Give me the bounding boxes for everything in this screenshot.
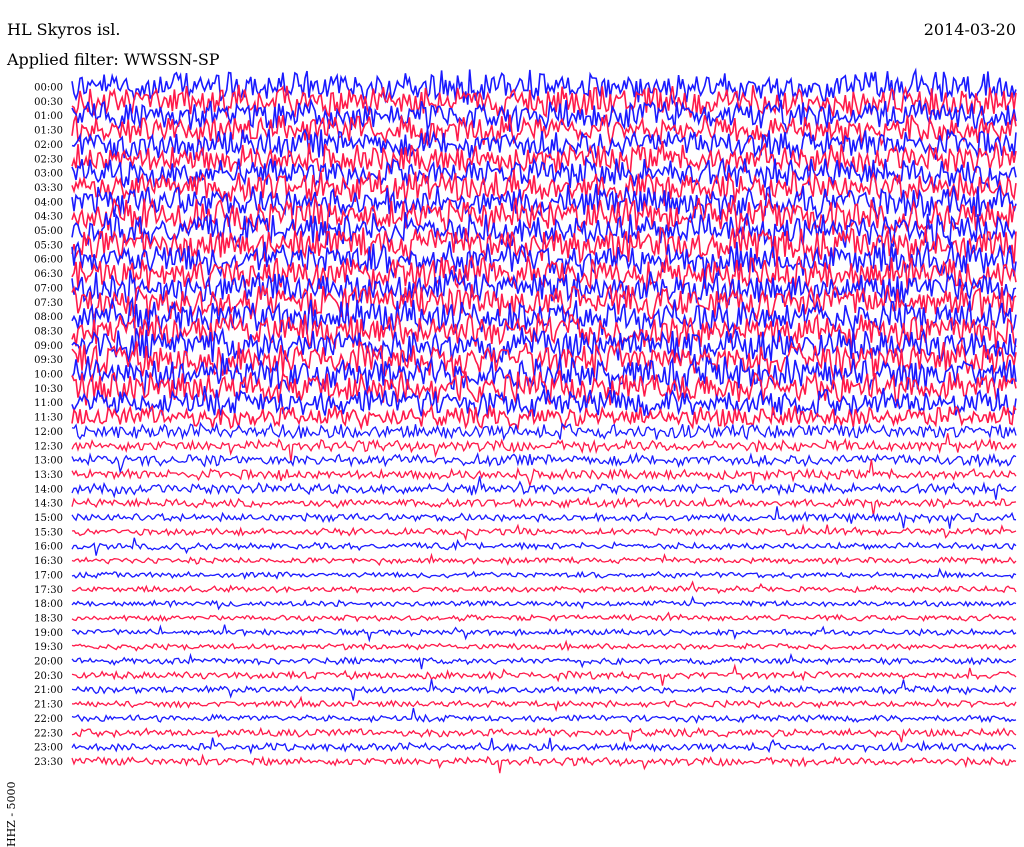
trace-row-1430 [71, 496, 1017, 516]
time-tick-label: 15:30 [34, 527, 63, 538]
trace-row-1600 [71, 537, 1017, 556]
time-tick-label: 20:30 [34, 671, 63, 682]
time-tick-label: 13:30 [34, 470, 63, 481]
time-tick-label: 22:30 [34, 728, 63, 739]
time-tick-label: 08:30 [34, 326, 63, 337]
time-tick-label: 17:30 [34, 585, 63, 596]
trace-row-1330 [71, 459, 1017, 488]
time-tick-label: 11:30 [34, 413, 63, 424]
trace-row-1900 [71, 624, 1017, 643]
time-tick-label: 20:00 [34, 657, 63, 668]
trace-row-1530 [71, 523, 1017, 542]
helicorder-plot: 00:00 00:30 01:00 01:30 02:00 02:30 03:00 03:30… [34, 67, 1017, 774]
time-tick-label: 02:30 [34, 154, 63, 165]
time-tick-label: 15:00 [34, 513, 63, 524]
time-tick-label: 09:00 [34, 341, 63, 352]
time-tick-label: 10:00 [34, 370, 63, 381]
trace-row-2100 [71, 679, 1017, 701]
trace-row-1400 [71, 476, 1017, 500]
time-tick-label: 12:00 [34, 427, 63, 438]
time-tick-label: 18:30 [34, 613, 63, 624]
time-tick-label: 17:00 [34, 570, 63, 581]
time-tick-label: 05:00 [34, 226, 63, 237]
time-tick-label: 01:30 [34, 126, 63, 137]
trace-row-2300 [71, 737, 1017, 755]
time-tick-label: 21:30 [34, 700, 63, 711]
trace-row-1730 [71, 580, 1017, 595]
time-tick-label: 08:00 [34, 312, 63, 323]
time-tick-label: 06:00 [34, 255, 63, 266]
trace-row-1930 [71, 639, 1017, 652]
time-tick-label: 03:00 [34, 169, 63, 180]
trace-row-0030 [71, 84, 1017, 119]
time-tick-label: 04:00 [34, 197, 63, 208]
time-tick-label: 16:30 [34, 556, 63, 567]
time-tick-label: 16:00 [34, 542, 63, 553]
trace-row-2200 [71, 707, 1017, 725]
time-tick-label: 19:30 [34, 642, 63, 653]
trace-row-1300 [71, 451, 1017, 475]
trace-row-1800 [71, 595, 1017, 611]
time-tick-label: 07:30 [34, 298, 63, 309]
time-tick-label: 03:30 [34, 183, 63, 194]
trace-row-1630 [71, 552, 1017, 567]
time-tick-label: 13:00 [34, 456, 63, 467]
trace-row-2000 [71, 652, 1016, 670]
trace-row-1230 [71, 433, 1017, 462]
time-tick-label: 09:30 [34, 355, 63, 366]
trace-row-0200 [71, 128, 1017, 161]
trace-row-2130 [71, 695, 1017, 713]
time-tick-label: 06:30 [34, 269, 63, 280]
time-tick-label: 14:00 [34, 484, 63, 495]
time-tick-label: 10:30 [34, 384, 63, 395]
time-tick-label: 21:00 [34, 685, 63, 696]
time-tick-label: 22:00 [34, 714, 63, 725]
time-tick-label: 12:30 [34, 441, 63, 452]
time-tick-label: 19:00 [34, 628, 63, 639]
time-tick-label: 00:30 [34, 97, 63, 108]
time-tick-label: 04:30 [34, 212, 63, 223]
trace-row-2030 [71, 663, 1017, 686]
time-tick-label: 07:00 [34, 283, 63, 294]
time-tick-label: 01:00 [34, 111, 63, 122]
time-tick-label: 11:00 [34, 398, 63, 409]
time-tick-label: 23:30 [34, 757, 63, 768]
time-tick-label: 02:00 [34, 140, 63, 151]
trace-row-2330 [71, 753, 1017, 774]
time-tick-label: 23:00 [34, 743, 63, 754]
time-tick-label: 00:00 [34, 83, 63, 94]
trace-row-1700 [71, 567, 1017, 580]
time-tick-label: 18:00 [34, 599, 63, 610]
trace-row-1830 [71, 611, 1017, 623]
time-tick-label: 14:30 [34, 499, 63, 510]
time-tick-label: 05:30 [34, 240, 63, 251]
